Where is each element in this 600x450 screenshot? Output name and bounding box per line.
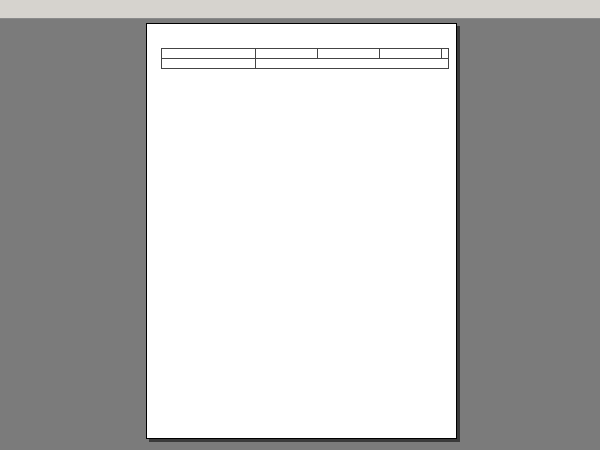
- patient-tcd-cell: [442, 49, 449, 59]
- report-datetime: [429, 35, 447, 42]
- patient-info-table: [161, 48, 449, 69]
- patient-admission-cell: [379, 49, 441, 59]
- history-label-cell: [162, 59, 256, 69]
- patient-name-cell: [162, 49, 256, 59]
- history-content-cell: [255, 59, 448, 69]
- report-page[interactable]: [146, 23, 457, 439]
- preview-area: [0, 19, 600, 450]
- print-preview-toolbar: [0, 0, 600, 19]
- patient-info-row: [162, 49, 449, 59]
- history-row: [162, 59, 449, 69]
- patient-sex-cell: [255, 49, 317, 59]
- patient-age-cell: [317, 49, 379, 59]
